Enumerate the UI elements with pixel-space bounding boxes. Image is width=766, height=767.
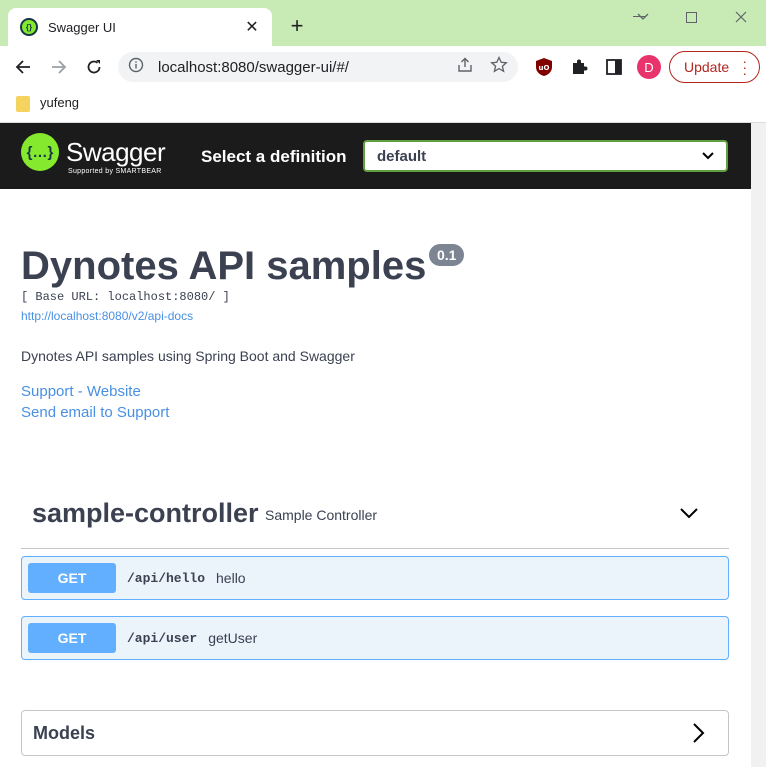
swagger-favicon-icon: {}: [20, 18, 38, 36]
swagger-logo-text: Swagger: [66, 137, 166, 167]
tab-title: Swagger UI: [48, 19, 116, 35]
operation-summary: hello: [216, 570, 246, 586]
chevron-down-icon[interactable]: [677, 501, 701, 525]
operation-summary: getUser: [208, 630, 258, 646]
chevron-right-icon[interactable]: [686, 721, 710, 745]
minimize-window-icon[interactable]: [616, 4, 662, 30]
browser-toolbar: localhost:8080/swagger-ui/#/ uO D Update…: [0, 46, 766, 88]
operation-get-api-hello[interactable]: GET /api/hello hello: [21, 556, 729, 600]
models-title: Models: [33, 723, 96, 743]
support-website-link[interactable]: Support - Website: [21, 383, 141, 400]
swagger-logo-subtitle: Supported by SMARTBEAR: [68, 168, 162, 175]
api-description: Dynotes API samples using Spring Boot an…: [21, 348, 355, 364]
update-label: Update: [684, 59, 730, 75]
chevron-down-icon: [702, 147, 714, 165]
browser-tab-strip: {} Swagger UI ✕ +: [0, 0, 766, 46]
site-info-icon[interactable]: [128, 57, 144, 78]
operation-path: /api/user: [127, 630, 198, 646]
page-scrollbar[interactable]: [751, 123, 766, 767]
address-url[interactable]: localhost:8080/swagger-ui/#/: [158, 59, 456, 76]
version-badge: 0.1: [429, 244, 465, 266]
profile-avatar[interactable]: D: [637, 55, 661, 79]
api-title: Dynotes API samples: [21, 244, 427, 288]
svg-text:uO: uO: [539, 64, 550, 72]
folder-icon: [16, 96, 30, 112]
back-arrow-icon[interactable]: [9, 53, 37, 81]
reload-icon[interactable]: [80, 53, 108, 81]
ublock-extension-icon[interactable]: uO: [531, 54, 557, 80]
new-tab-button[interactable]: +: [283, 12, 311, 40]
bookmark-folder-yufeng[interactable]: yufeng: [40, 95, 79, 110]
bookmarks-bar: yufeng: [0, 88, 766, 123]
forward-arrow-icon[interactable]: [45, 53, 73, 81]
models-section[interactable]: Models: [21, 710, 729, 756]
definition-select-value: default: [377, 147, 427, 165]
address-bar[interactable]: localhost:8080/swagger-ui/#/: [118, 52, 518, 82]
swagger-topbar: {…} Swagger Supported by SMARTBEAR Selec…: [0, 123, 751, 189]
operation-get-api-user[interactable]: GET /api/user getUser: [21, 616, 729, 660]
definition-select[interactable]: default: [363, 140, 728, 172]
tag-header-sample-controller[interactable]: sample-controller Sample Controller: [21, 489, 729, 549]
update-button[interactable]: Update · · ·: [669, 51, 760, 83]
method-badge: GET: [28, 563, 116, 593]
bookmark-star-icon[interactable]: [490, 55, 508, 79]
operation-path: /api/hello: [127, 570, 206, 586]
close-tab-icon[interactable]: ✕: [242, 17, 262, 37]
support-email-link[interactable]: Send email to Support: [21, 404, 169, 421]
maximize-window-icon[interactable]: [668, 4, 714, 30]
share-icon[interactable]: [456, 57, 474, 78]
swagger-content: Dynotes API samples 0.1 [ Base URL: loca…: [0, 189, 751, 767]
select-definition-label: Select a definition: [201, 147, 347, 166]
method-badge: GET: [28, 623, 116, 653]
side-panel-icon[interactable]: [601, 54, 627, 80]
tag-description: Sample Controller: [265, 507, 378, 523]
browser-tab[interactable]: {} Swagger UI ✕: [8, 8, 272, 46]
api-docs-link[interactable]: http://localhost:8080/v2/api-docs: [21, 309, 193, 323]
close-window-icon[interactable]: [718, 4, 764, 30]
more-menu-icon[interactable]: · · ·: [742, 54, 747, 80]
base-url: [ Base URL: localhost:8080/ ]: [21, 290, 230, 304]
extensions-puzzle-icon[interactable]: [566, 54, 592, 80]
swagger-logo-icon[interactable]: {…}: [21, 133, 59, 171]
tag-name: sample-controller: [32, 498, 259, 528]
